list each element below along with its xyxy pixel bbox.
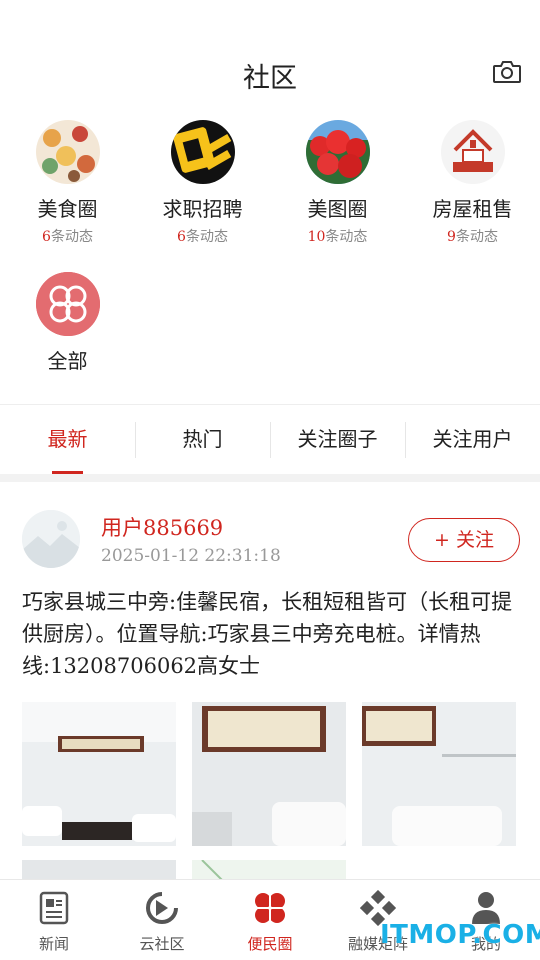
circle-name: 房屋租售 <box>432 197 513 221</box>
circle-count: 9条动态 <box>447 229 498 245</box>
circle-name: 美食圈 <box>37 197 98 221</box>
tab-latest[interactable]: 最新 <box>0 406 135 474</box>
divider <box>0 404 540 405</box>
red-flowers-icon <box>305 120 370 184</box>
camera-icon[interactable] <box>492 58 522 86</box>
post-image-map[interactable] <box>192 860 346 880</box>
circle-all[interactable]: 全部 <box>0 264 135 374</box>
tab-hot[interactable]: 热门 <box>135 406 270 472</box>
post-image[interactable] <box>22 860 176 880</box>
section-divider <box>0 474 540 482</box>
post-text: 巧家县城三中旁:佳馨民宿，长租短租皆可（长租可提供厨房）。位置导航:巧家县三中旁… <box>22 590 513 678</box>
post-image[interactable] <box>22 702 176 846</box>
clover-icon <box>252 890 288 926</box>
tabbar-label: 新闻 <box>38 935 69 953</box>
news-icon <box>36 890 72 926</box>
house-rent-icon <box>440 120 505 184</box>
tabbar-convenience[interactable]: 便民圈 <box>216 880 324 960</box>
post-username[interactable]: 用户885669 <box>101 512 223 542</box>
circle-hiring[interactable]: 求职招聘 6条动态 <box>135 112 270 246</box>
cloud-community-icon <box>144 890 180 926</box>
tabbar-news[interactable]: 新闻 <box>0 880 108 960</box>
food-collage-icon <box>35 120 100 184</box>
page-title: 社区 <box>243 63 297 94</box>
avatar[interactable] <box>22 510 80 568</box>
tabbar-label: 便民圈 <box>247 935 293 953</box>
circle-photos[interactable]: 美图圈 10条动态 <box>270 112 405 246</box>
tabbar-label: 云社区 <box>139 935 185 953</box>
circle-house[interactable]: 房屋租售 9条动态 <box>405 112 540 246</box>
clover-grid-icon <box>35 272 100 336</box>
tab-followed-circles[interactable]: 关注圈子 <box>270 406 405 472</box>
circle-count: 6条动态 <box>42 229 93 245</box>
tab-followed-users[interactable]: 关注用户 <box>405 406 540 472</box>
circle-name: 求职招聘 <box>162 197 243 221</box>
circle-name: 全部 <box>47 349 88 373</box>
tabbar-cloud-community[interactable]: 云社区 <box>108 880 216 960</box>
watermark: ITMOP.COM <box>380 920 540 950</box>
post-image[interactable] <box>362 702 516 846</box>
post-image[interactable] <box>192 702 346 846</box>
circle-count: 6条动态 <box>177 229 228 245</box>
circle-food[interactable]: 美食圈 6条动态 <box>0 112 135 246</box>
hiring-sign-icon <box>170 120 235 184</box>
follow-button[interactable]: + 关注 <box>408 518 520 562</box>
page-header: 社区 <box>0 0 540 110</box>
post-time: 2025-01-12 22:31:18 <box>101 546 281 566</box>
feed-tabs: 最新 热门 关注圈子 关注用户 <box>0 406 540 474</box>
circle-name: 美图圈 <box>307 197 368 221</box>
circle-count: 10条动态 <box>307 229 368 245</box>
